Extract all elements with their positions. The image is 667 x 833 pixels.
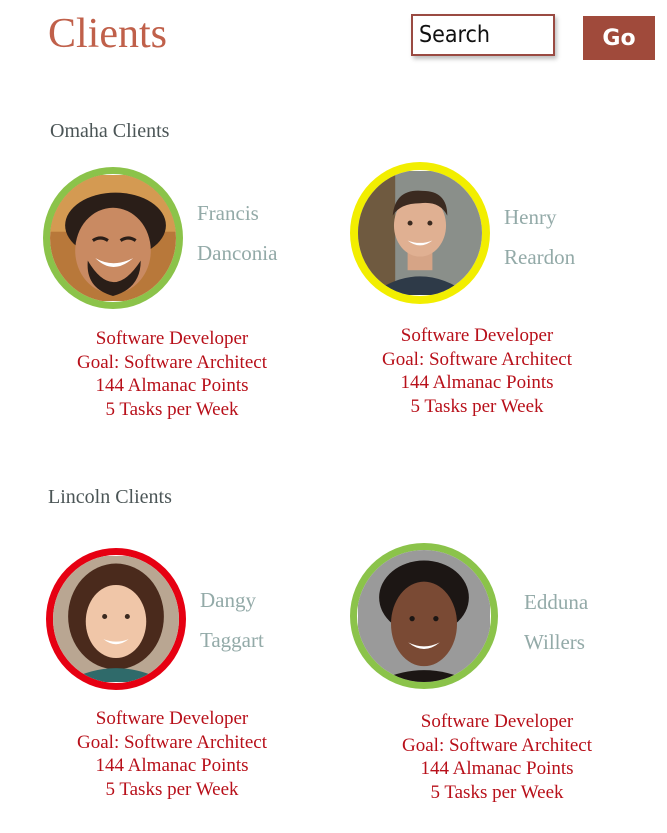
avatar-photo (53, 556, 179, 682)
group-title-lincoln: Lincoln Clients (48, 486, 172, 508)
go-button[interactable]: Go (583, 16, 655, 60)
client-points: 144 Almanac Points (95, 375, 249, 396)
client-role: Software Developer (95, 328, 249, 349)
avatar-photo (358, 171, 482, 295)
client-goal: Goal: Software Architect (402, 734, 592, 756)
client-tasks: 5 Tasks per Week (105, 778, 239, 800)
client-details: Software Developer Goal: Software Archit… (42, 707, 302, 801)
client-tasks: 5 Tasks per Week (410, 395, 544, 417)
client-avatar-francis[interactable] (43, 167, 183, 309)
client-role: Software Developer (400, 325, 554, 346)
client-points: 144 Almanac Points (95, 755, 249, 776)
client-first-name: Edduna (524, 590, 589, 614)
client-first-name: Dangy (200, 588, 256, 612)
search-box[interactable] (411, 14, 555, 56)
client-details: Software Developer Goal: Software Archit… (367, 710, 627, 804)
group-title-omaha: Omaha Clients (50, 120, 170, 142)
client-first-name: Henry (504, 205, 557, 229)
avatar-photo (50, 175, 176, 301)
client-last-name: Danconia (197, 241, 278, 265)
client-first-name: Francis (197, 201, 259, 225)
avatar-photo (358, 550, 490, 682)
client-points: 144 Almanac Points (400, 372, 554, 393)
client-role: Software Developer (420, 711, 574, 732)
client-role: Software Developer (95, 708, 249, 729)
client-last-name: Reardon (504, 245, 576, 269)
client-details: Software Developer Goal: Software Archit… (347, 324, 607, 418)
client-goal: Goal: Software Architect (77, 351, 267, 373)
client-last-name: Taggart (200, 628, 264, 652)
client-last-name: Willers (524, 630, 585, 654)
page-title: Clients (48, 11, 168, 57)
client-avatar-henry[interactable] (350, 162, 490, 304)
client-points: 144 Almanac Points (420, 758, 574, 779)
client-avatar-edduna[interactable] (350, 543, 498, 689)
client-avatar-dangy[interactable] (46, 548, 186, 690)
client-goal: Goal: Software Architect (382, 348, 572, 370)
client-tasks: 5 Tasks per Week (430, 781, 564, 803)
client-goal: Goal: Software Architect (77, 731, 267, 753)
client-tasks: 5 Tasks per Week (105, 398, 239, 420)
search-input[interactable] (413, 16, 553, 54)
client-details: Software Developer Goal: Software Archit… (42, 327, 302, 421)
